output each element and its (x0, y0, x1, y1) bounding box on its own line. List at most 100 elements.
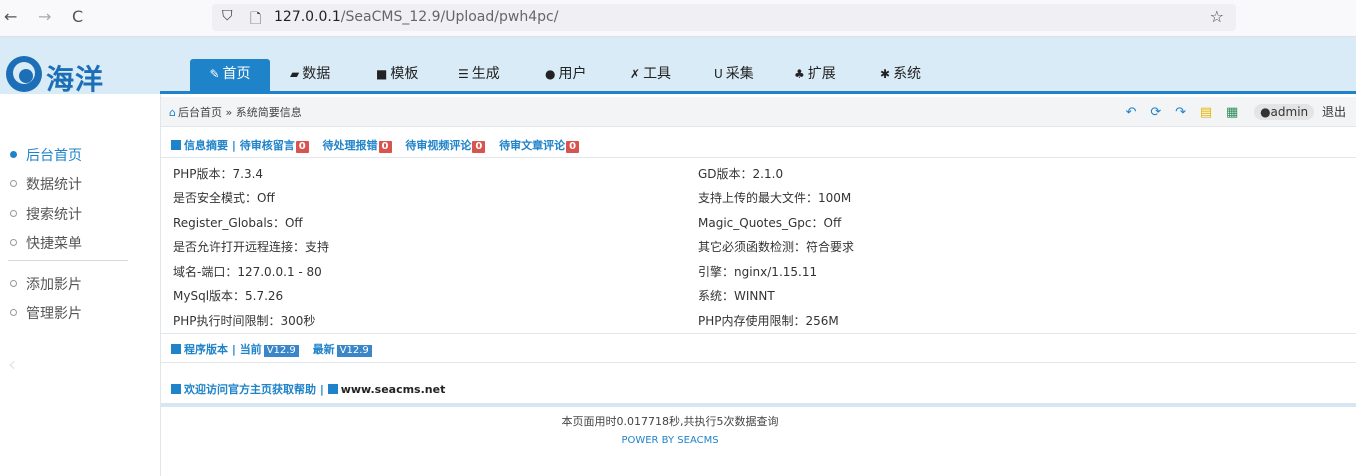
count-badge: 0 (378, 141, 392, 153)
info-right: Magic_Quotes_Gpc：Off (698, 216, 842, 230)
note-icon[interactable]: ▤ (1200, 105, 1212, 120)
tab-label: 首页 (222, 66, 251, 82)
user-icon: ● (545, 67, 556, 81)
latest-version-badge: V12.9 (336, 345, 372, 357)
sidebar-item-add-video[interactable]: 添加影片 (10, 274, 82, 294)
page-icon: 🗋 (250, 11, 262, 27)
tab-template[interactable]: ■ 模板 (376, 59, 418, 91)
info-left: MySql版本：5.7.26 (173, 289, 284, 303)
tab-tools[interactable]: ✗ 工具 (630, 59, 671, 91)
info-row: 是否安全模式：Off 支持上传的最大文件：100M (161, 184, 1356, 208)
info-row: 是否允许打开远程连接：支持 其它必须函数检测：符合要求 (161, 233, 1356, 257)
official-site-link[interactable]: www.seacms.net (341, 383, 446, 396)
tab-label: 生成 (471, 66, 500, 82)
bar-chart-icon (171, 384, 181, 394)
sidebar-item-search-stats[interactable]: 搜索统计 (10, 204, 82, 224)
sidebar-item-manage-video[interactable]: 管理影片 (10, 303, 82, 323)
info-left: Register_Globals：Off (173, 216, 303, 230)
tab-label: 系统 (893, 66, 922, 82)
current-version-badge: V12.9 (263, 345, 299, 357)
divider (161, 362, 1356, 363)
sidebar-item-label: 数据统计 (26, 177, 82, 193)
sitemap-icon: ♣ (794, 67, 805, 81)
count-badge: 0 (472, 141, 486, 153)
tab-data[interactable]: ▰ 数据 (290, 59, 330, 91)
address-bar[interactable]: ⛉ 🗋 127.0.0.1/SeaCMS_12.9/Upload/pwh4pc/… (212, 4, 1236, 31)
tab-label: 数据 (302, 66, 331, 82)
logout-link[interactable]: 退出 (1322, 105, 1346, 119)
info-right: PHP内存使用限制：256M (698, 314, 839, 328)
sidebar-item-home[interactable]: 后台首页 (10, 145, 82, 165)
gear-icon: ✱ (880, 67, 891, 81)
tab-user[interactable]: ● 用户 (545, 59, 586, 91)
info-row: Register_Globals：Off Magic_Quotes_Gpc：Off (161, 209, 1356, 233)
pending-errors-link[interactable]: 待处理报错 (323, 139, 378, 152)
admin-badge[interactable]: ●admin (1254, 104, 1315, 120)
sidebar-item-label: 添加影片 (26, 277, 82, 293)
tab-generate[interactable]: ☰ 生成 (458, 59, 500, 91)
reply-icon[interactable]: ↶ (1126, 105, 1137, 120)
sidebar-item-data-stats[interactable]: 数据统计 (10, 174, 82, 194)
pending-article-comments-link[interactable]: 待审文章评论 (499, 139, 565, 152)
edit-icon: ✎ (209, 67, 220, 81)
info-row: MySql版本：5.7.26 系统：WINNT (161, 282, 1356, 306)
refresh-icon[interactable]: ⟳ (1150, 105, 1161, 120)
logo-swirl-icon (6, 56, 42, 92)
info-left: PHP执行时间限制：300秒 (173, 314, 316, 328)
header-divider (160, 91, 1356, 94)
count-badge: 0 (295, 141, 309, 153)
user-icon: ● (1260, 105, 1271, 119)
chart-icon (171, 344, 181, 354)
file-icon: ■ (376, 67, 388, 81)
latest-label: 最新 (312, 343, 335, 356)
forward-button[interactable]: → (38, 7, 51, 27)
tab-home[interactable]: ✎ 首页 (190, 59, 270, 91)
top-tools: ↶ ⟳ ↷ ▤ ▦ ●admin 退出 (1116, 103, 1346, 120)
forward-arrow-icon[interactable]: ↷ (1175, 105, 1186, 120)
grid-icon[interactable]: ▦ (1226, 105, 1238, 120)
tab-extend[interactable]: ♣ 扩展 (794, 59, 836, 91)
tab-label: 采集 (725, 66, 754, 82)
bullet-icon (10, 209, 17, 217)
info-right: 引擎：nginx/1.15.11 (698, 265, 818, 279)
reload-button[interactable]: C (72, 7, 83, 27)
footer-band (161, 403, 1356, 407)
tab-collect[interactable]: U 采集 (714, 59, 754, 91)
breadcrumb: ⌂ 后台首页 » 系统简要信息 (169, 104, 302, 120)
current-label: 当前 (239, 343, 262, 356)
bookmark-star-icon[interactable]: ☆ (1210, 7, 1224, 26)
powered-by[interactable]: POWER BY SEACMS (0, 435, 1340, 446)
version-header: 程序版本 | 当前 V12.9 最新 V12.9 (171, 341, 382, 357)
summary-title: 信息摘要 (184, 139, 228, 152)
tab-label: 扩展 (807, 66, 836, 82)
sidebar-item-quick-menu[interactable]: 快捷菜单 (10, 233, 82, 253)
pending-messages-link[interactable]: 待审核留言 (240, 139, 295, 152)
sidebar-item-label: 后台首页 (26, 148, 82, 164)
tab-system[interactable]: ✱ 系统 (880, 59, 921, 91)
sidebar-item-label: 管理影片 (26, 306, 82, 322)
collapse-arrow-icon[interactable]: ‹ (8, 352, 16, 376)
sidebar-item-label: 搜索统计 (26, 207, 82, 223)
info-row: PHP版本：7.3.4 GD版本：2.1.0 (161, 160, 1356, 184)
breadcrumb-link[interactable]: 后台首页 » 系统简要信息 (178, 106, 302, 119)
count-badge: 0 (566, 141, 580, 153)
divider (161, 157, 1356, 158)
database-icon: ▰ (290, 67, 300, 81)
sidebar-divider (8, 260, 128, 261)
info-right: 其它必须函数检测：符合要求 (698, 240, 855, 254)
breadcrumb-bar: ⌂ 后台首页 » 系统简要信息 ↶ ⟳ ↷ ▤ ▦ ●admin 退出 (161, 97, 1356, 127)
back-button[interactable]: ← (4, 7, 17, 27)
pending-video-comments-link[interactable]: 待审视频评论 (405, 139, 471, 152)
separator: | (231, 139, 236, 152)
info-row: 域名-端口：127.0.0.1 - 80 引擎：nginx/1.15.11 (161, 258, 1356, 282)
bullet-icon (10, 308, 17, 316)
info-right: 系统：WINNT (698, 289, 775, 303)
bullet-icon (10, 150, 17, 158)
info-left: PHP版本：7.3.4 (173, 167, 264, 181)
magnet-icon: U (714, 67, 723, 81)
home-icon: ⌂ (169, 106, 176, 119)
tab-label: 工具 (643, 66, 672, 82)
info-left: 是否允许打开远程连接：支持 (173, 240, 330, 254)
tab-label: 用户 (558, 66, 587, 82)
summary-header: 信息摘要 | 待审核留言 0 待处理报错 0 待审视频评论 0 待审文章评论 0 (171, 137, 589, 153)
